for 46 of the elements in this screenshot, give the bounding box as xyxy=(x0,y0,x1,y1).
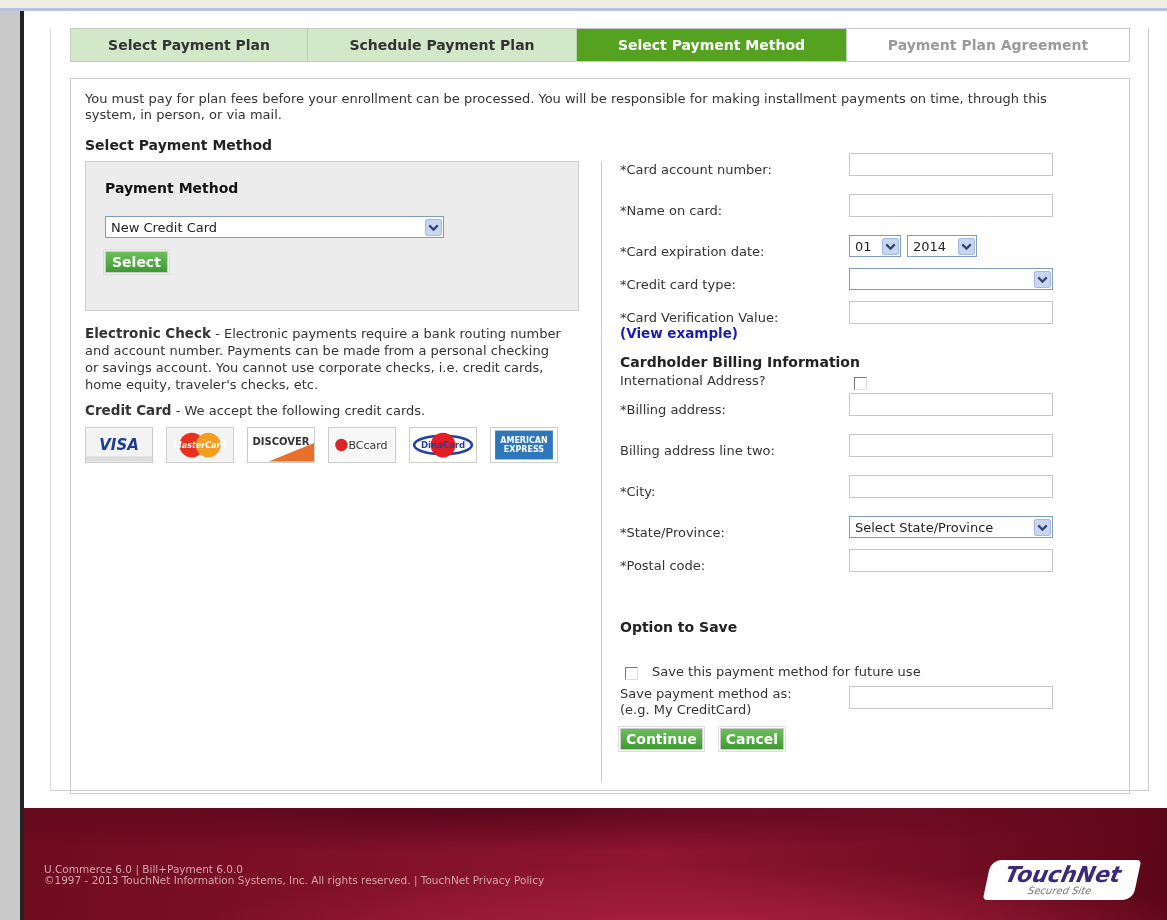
card-logo: DISCOVER xyxy=(247,427,315,463)
input-field[interactable] xyxy=(849,434,1053,457)
electronic-check-text: Electronic Check - Electronic payments require a bank routing number and account number. Payments can be made from a personal checking or savings account. You cannot use corporate checks, i.e. credit cards, home equity, traveler's checks, etc. xyxy=(85,325,562,393)
field-label: *Name on card: xyxy=(620,203,724,218)
field-label: *Postal code: xyxy=(620,558,707,573)
payment-method-dropdown[interactable]: New Credit Card xyxy=(105,216,444,238)
year-dropdown[interactable]: 2014 xyxy=(907,235,977,257)
footer-text: U.Commerce 6.0 | Bill+Payment 6.0.0 xyxy=(44,864,244,875)
field-label: *Billing address: xyxy=(620,402,727,417)
field-label: *State/Province: xyxy=(620,525,726,540)
view-example-link[interactable]: (View example) xyxy=(620,325,849,341)
input-field[interactable] xyxy=(849,393,1053,416)
card-logo: AMERICAN EXPRESS xyxy=(490,427,558,463)
card-logo: BCcard xyxy=(328,427,396,463)
field-label: International Address? xyxy=(620,373,767,388)
input-field[interactable] xyxy=(849,549,1053,572)
input-field[interactable] xyxy=(849,194,1053,217)
card-logo: VISA xyxy=(85,427,153,463)
month-dropdown[interactable]: 01 xyxy=(849,235,901,257)
input-field[interactable] xyxy=(849,686,1053,709)
field-hint: (e.g. My CreditCard) xyxy=(620,702,753,718)
touchnet-logo[interactable]: TouchNet Secured Site xyxy=(982,860,1142,900)
field-label: *Credit card type: xyxy=(620,277,737,292)
input-field[interactable] xyxy=(849,301,1053,324)
field-label: Save payment method as: xyxy=(620,686,793,702)
form-heading: Option to Save xyxy=(620,619,739,637)
checkbox-label: Save this payment method for future use xyxy=(652,663,921,679)
step-tab[interactable]: Schedule Payment Plan xyxy=(308,29,577,61)
checkbox[interactable] xyxy=(854,377,867,390)
checkbox[interactable] xyxy=(625,666,638,680)
intro-text: You must pay for plan fees before your enrollment can be processed. You will be responsible for making installment payments on time, through this system, in person, or via mail. xyxy=(85,91,1048,123)
dropdown-field[interactable] xyxy=(849,268,1053,290)
credit-card-text: Credit Card - We accept the following credit cards. xyxy=(85,402,427,419)
field-label: *Card expiration date: xyxy=(620,244,766,259)
field-label: *City: xyxy=(620,484,657,499)
input-field[interactable] xyxy=(849,475,1053,498)
panel-heading: Payment Method xyxy=(105,180,240,196)
dropdown-field[interactable]: Select State/Province xyxy=(849,516,1053,538)
field-label: Billing address line two: xyxy=(620,443,776,458)
footer-text: ©1997 - 2013 TouchNet Information Systems, Inc. All rights reserved. | TouchNet Privacy Policy xyxy=(44,875,545,886)
step-tab[interactable]: Select Payment Plan xyxy=(71,29,308,61)
form-heading: Cardholder Billing Information xyxy=(620,354,860,370)
section-heading: Select Payment Method xyxy=(85,137,274,153)
input-field[interactable] xyxy=(849,153,1053,176)
field-label: *Card account number: xyxy=(620,162,773,177)
field-label: *Card Verification Value: xyxy=(620,310,780,325)
